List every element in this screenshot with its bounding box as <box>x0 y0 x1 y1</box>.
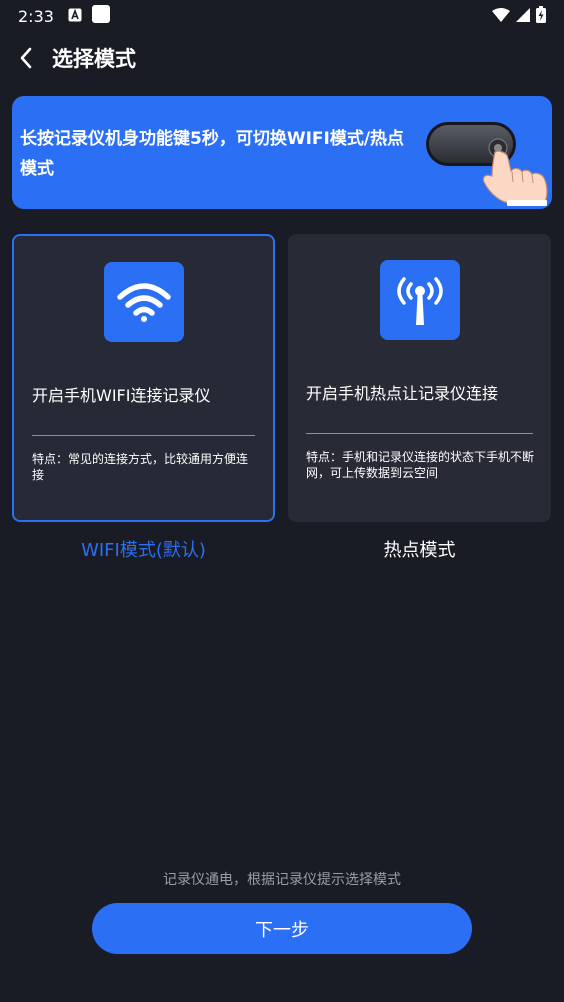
battery-charging-icon <box>536 5 546 27</box>
chevron-left-icon <box>20 47 32 69</box>
wifi-mode-title: 开启手机WIFI连接记录仪 <box>32 386 211 405</box>
hotspot-mode-card[interactable]: 开启手机热点让记录仪连接 特点：手机和记录仪连接的状态下手机不断网，可上传数据到… <box>288 234 551 522</box>
hotspot-mode-label[interactable]: 热点模式 <box>288 536 551 562</box>
app-header: 选择模式 <box>0 36 564 80</box>
wifi-icon <box>103 262 184 342</box>
hotspot-antenna-icon <box>379 260 460 340</box>
hotspot-mode-title: 开启手机热点让记录仪连接 <box>306 384 499 403</box>
divider <box>306 433 533 434</box>
square-notification-icon <box>91 5 110 27</box>
hotspot-mode-desc: 特点：手机和记录仪连接的状态下手机不断网，可上传数据到云空间 <box>306 450 535 480</box>
device-press-illustration <box>412 114 552 209</box>
hint-text: 记录仪通电，根据记录仪提示选择模式 <box>163 872 401 888</box>
status-bar: 2:33 <box>0 0 564 32</box>
back-button[interactable] <box>2 36 50 80</box>
status-time: 2:33 <box>18 6 54 26</box>
wifi-mode-desc: 特点：常见的连接方式，比较通用方便连接 <box>32 452 249 482</box>
cell-signal-icon <box>516 7 530 26</box>
banner-text: 长按记录仪机身功能键5秒，可切换WIFI模式/热点模式 <box>20 129 405 179</box>
divider <box>32 435 255 436</box>
next-step-button[interactable]: 下一步 <box>92 903 472 954</box>
font-app-notification-icon <box>68 7 82 26</box>
instruction-banner: 长按记录仪机身功能键5秒，可切换WIFI模式/热点模式 <box>12 96 552 209</box>
wifi-signal-icon <box>492 7 510 26</box>
wifi-mode-card[interactable]: 开启手机WIFI连接记录仪 特点：常见的连接方式，比较通用方便连接 <box>12 234 275 522</box>
page-title: 选择模式 <box>52 47 136 71</box>
wifi-mode-label[interactable]: WIFI模式(默认) <box>12 536 275 562</box>
